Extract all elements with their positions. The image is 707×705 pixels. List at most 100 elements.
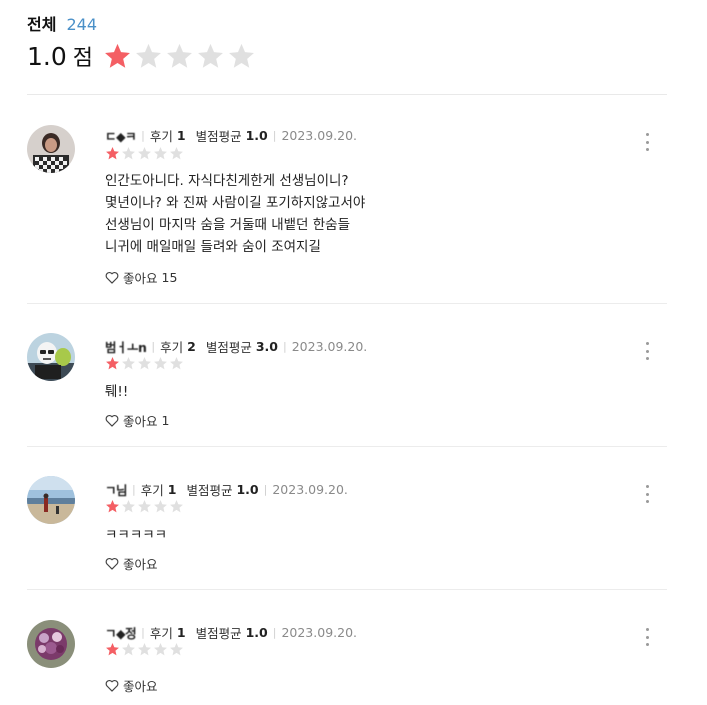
- user-avatar[interactable]: [27, 125, 75, 173]
- user-avatar[interactable]: [27, 476, 75, 524]
- like-label: 좋아요: [123, 271, 158, 286]
- meta-separator: |: [141, 129, 145, 142]
- like-count: 1: [161, 413, 170, 428]
- user-photo-icon: [27, 333, 75, 381]
- star-empty-icon: [122, 147, 135, 160]
- star-empty-icon: [122, 500, 135, 513]
- meta-separator: |: [141, 626, 145, 639]
- like-label: 좋아요: [123, 414, 158, 429]
- avg-rating-value: 1.0: [245, 625, 268, 640]
- more-options-icon[interactable]: [641, 340, 653, 362]
- review-meta: ㄷ◆ㅋ | 후기 1 별점평균 1.0 | 2023.09.20.: [105, 126, 357, 145]
- like-label: 좋아요: [123, 679, 158, 694]
- review-body: ㅋㅋㅋㅋㅋ: [105, 524, 167, 546]
- review-stars: [105, 146, 184, 161]
- average-rating-stars: [103, 42, 256, 71]
- star-empty-icon: [138, 500, 151, 513]
- star-empty-icon: [170, 500, 183, 513]
- star-empty-icon: [167, 43, 192, 68]
- review-count-value: 1: [167, 482, 177, 497]
- star-empty-icon: [198, 43, 223, 68]
- review-meta: ㄱ◆정 | 후기 1 별점평균 1.0 | 2023.09.20.: [105, 623, 357, 642]
- review-text-line: 몇년이나? 와 진짜 사람이길 포기하지않고서야: [105, 195, 366, 211]
- user-photo-icon: [27, 620, 75, 668]
- heart-icon: [105, 557, 119, 570]
- review-body: 인간도아니다. 자식다친게한게 선생님이니? 몇년이나? 와 진짜 사람이길 포…: [105, 170, 365, 258]
- user-avatar[interactable]: [27, 620, 75, 668]
- review-meta: 범ㅓㅗn | 후기 2 별점평균 3.0 | 2023.09.20.: [105, 337, 367, 356]
- star-empty-icon: [136, 43, 161, 68]
- star-filled-icon: [106, 643, 119, 656]
- star-filled-icon: [106, 357, 119, 370]
- heart-icon: [105, 414, 119, 427]
- meta-separator: |: [132, 483, 136, 496]
- user-photo-icon: [27, 476, 75, 524]
- avg-rating-label: 별점평균: [195, 626, 242, 641]
- more-options-icon[interactable]: [641, 483, 653, 505]
- review-count-label: 후기: [149, 626, 173, 641]
- star-empty-icon: [154, 500, 167, 513]
- star-empty-icon: [138, 357, 151, 370]
- review-count-value: 1: [176, 625, 186, 640]
- review-date: 2023.09.20.: [281, 625, 357, 640]
- star-empty-icon: [170, 147, 183, 160]
- star-filled-icon: [106, 147, 119, 160]
- review-total-count[interactable]: 244: [66, 15, 97, 34]
- avg-rating-label: 별점평균: [195, 129, 242, 144]
- like-label: 좋아요: [123, 557, 158, 572]
- avg-rating-value: 1.0: [245, 128, 268, 143]
- review-stars: [105, 642, 184, 657]
- average-rating-unit: 점: [72, 46, 94, 71]
- like-count: 15: [161, 270, 178, 285]
- like-button[interactable]: 좋아요 15: [105, 268, 177, 287]
- review-summary-header: 전체 244: [27, 11, 97, 35]
- review-date: 2023.09.20.: [272, 482, 348, 497]
- meta-separator: |: [263, 483, 268, 496]
- reviewer-nickname[interactable]: ㄱ◆정: [105, 623, 137, 642]
- heart-icon: [105, 679, 119, 692]
- reviewer-nickname[interactable]: ㄷ◆ㅋ: [105, 126, 137, 145]
- more-options-icon[interactable]: [641, 626, 653, 648]
- meta-separator: |: [272, 626, 277, 639]
- reviewer-nickname[interactable]: 범ㅓㅗn: [105, 337, 147, 356]
- review-count-value: 2: [187, 339, 196, 354]
- review-count-label: 후기: [140, 483, 164, 498]
- user-avatar[interactable]: [27, 333, 75, 381]
- more-options-icon[interactable]: [641, 131, 653, 153]
- like-button[interactable]: 좋아요: [105, 676, 158, 695]
- average-rating: 1.0 점: [27, 40, 256, 72]
- reviewer-nickname[interactable]: ㄱ님: [105, 480, 128, 499]
- star-filled-icon: [105, 43, 130, 68]
- review-count-label: 후기: [160, 340, 184, 355]
- review-text-line: 퉤!!: [105, 384, 129, 400]
- review-item: ㄱ◆정 | 후기 1 별점평균 1.0 | 2023.09.20. 좋아요: [27, 590, 667, 705]
- review-date: 2023.09.20.: [281, 128, 357, 143]
- review-item: ㄱ님 | 후기 1 별점평균 1.0 | 2023.09.20. ㅋㅋㅋㅋㅋ 좋…: [27, 447, 667, 590]
- star-filled-icon: [106, 500, 119, 513]
- review-meta: ㄱ님 | 후기 1 별점평균 1.0 | 2023.09.20.: [105, 480, 348, 499]
- like-button[interactable]: 좋아요 1: [105, 411, 169, 430]
- star-empty-icon: [154, 147, 167, 160]
- avg-rating-value: 3.0: [255, 339, 279, 354]
- review-text-line: 니귀에 매일매일 들려와 숨이 조여지길: [105, 239, 321, 255]
- review-body: 퉤!!: [105, 381, 128, 403]
- star-empty-icon: [138, 643, 151, 656]
- review-stars: [105, 499, 184, 514]
- meta-separator: |: [272, 129, 277, 142]
- meta-separator: |: [151, 340, 156, 353]
- like-button[interactable]: 좋아요: [105, 554, 158, 573]
- review-text-line: ㅋㅋㅋㅋㅋ: [105, 527, 168, 543]
- star-empty-icon: [122, 357, 135, 370]
- meta-separator: |: [283, 340, 287, 353]
- review-text-line: 선생님이 마지막 숨을 거둘때 내뱉던 한숨들: [105, 217, 351, 233]
- average-rating-value: 1.0: [27, 41, 67, 71]
- star-empty-icon: [122, 643, 135, 656]
- star-empty-icon: [170, 357, 183, 370]
- summary-label: 전체: [27, 15, 57, 34]
- star-empty-icon: [154, 643, 167, 656]
- review-date: 2023.09.20.: [291, 339, 368, 354]
- star-empty-icon: [138, 147, 151, 160]
- heart-icon: [105, 271, 119, 284]
- review-item: 범ㅓㅗn | 후기 2 별점평균 3.0 | 2023.09.20. 퉤!! 좋…: [27, 304, 667, 447]
- star-empty-icon: [229, 43, 254, 68]
